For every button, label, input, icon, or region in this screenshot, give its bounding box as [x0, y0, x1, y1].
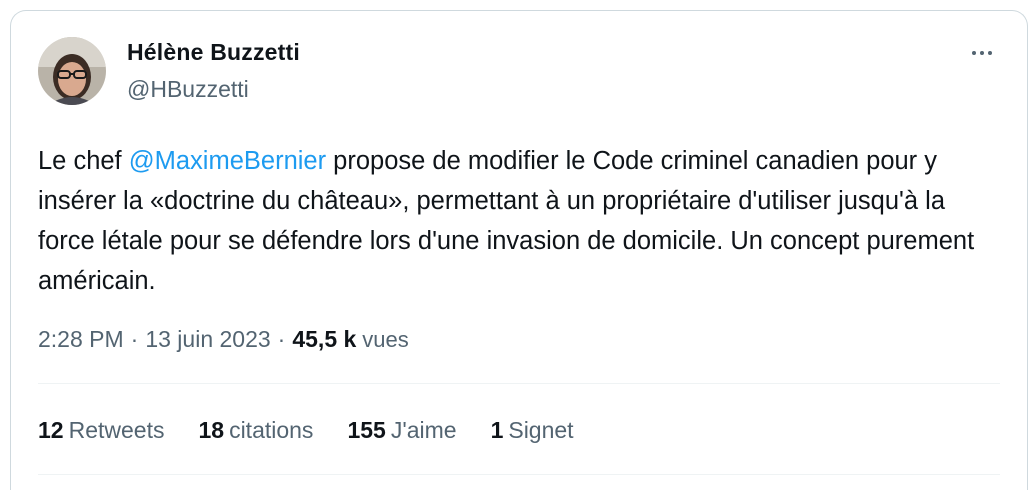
more-options-button[interactable] — [965, 41, 999, 65]
tweet-card: Hélène Buzzetti @HBuzzetti Le chef @Maxi… — [10, 10, 1028, 490]
meta-separator: · — [277, 326, 286, 352]
avatar-image — [38, 37, 106, 105]
divider — [38, 383, 1000, 384]
likes-label: J'aime — [390, 417, 457, 443]
tweet-time[interactable]: 2:28 PM — [38, 326, 124, 353]
author-name[interactable]: Hélène Buzzetti — [127, 39, 300, 66]
retweets-stat[interactable]: 12 Retweets — [38, 417, 164, 444]
tweet-text: Le chef @MaximeBernier propose de modifi… — [38, 141, 998, 301]
more-horizontal-icon — [980, 51, 984, 55]
views-label: vues — [362, 327, 409, 352]
more-horizontal-icon — [988, 51, 992, 55]
tweet-date[interactable]: 13 juin 2023 — [145, 326, 270, 353]
retweets-label: Retweets — [68, 417, 165, 443]
bookmarks-label: Signet — [508, 417, 574, 443]
author-handle[interactable]: @HBuzzetti — [127, 76, 249, 103]
retweets-count: 12 — [38, 417, 64, 443]
mention-link[interactable]: @MaximeBernier — [129, 147, 326, 175]
bookmarks-count: 1 — [490, 417, 504, 443]
tweet-meta: 2:28 PM · 13 juin 2023 · 45,5 k vues — [38, 326, 409, 353]
citations-stat[interactable]: 18 citations — [198, 417, 313, 444]
more-horizontal-icon — [972, 51, 976, 55]
avatar[interactable] — [38, 37, 106, 105]
citations-count: 18 — [198, 417, 225, 443]
likes-count: 155 — [347, 417, 386, 443]
views-count[interactable]: 45,5 k — [292, 326, 356, 353]
meta-separator: · — [130, 326, 139, 352]
likes-stat[interactable]: 155 J'aime — [347, 417, 456, 444]
citations-label: citations — [229, 417, 314, 443]
divider — [38, 474, 1000, 475]
tweet-text-before: Le chef — [38, 147, 129, 175]
engagement-stats: 12 Retweets 18 citations 155 J'aime 1 Signet — [38, 417, 608, 444]
bookmarks-stat[interactable]: 1 Signet — [491, 417, 574, 444]
